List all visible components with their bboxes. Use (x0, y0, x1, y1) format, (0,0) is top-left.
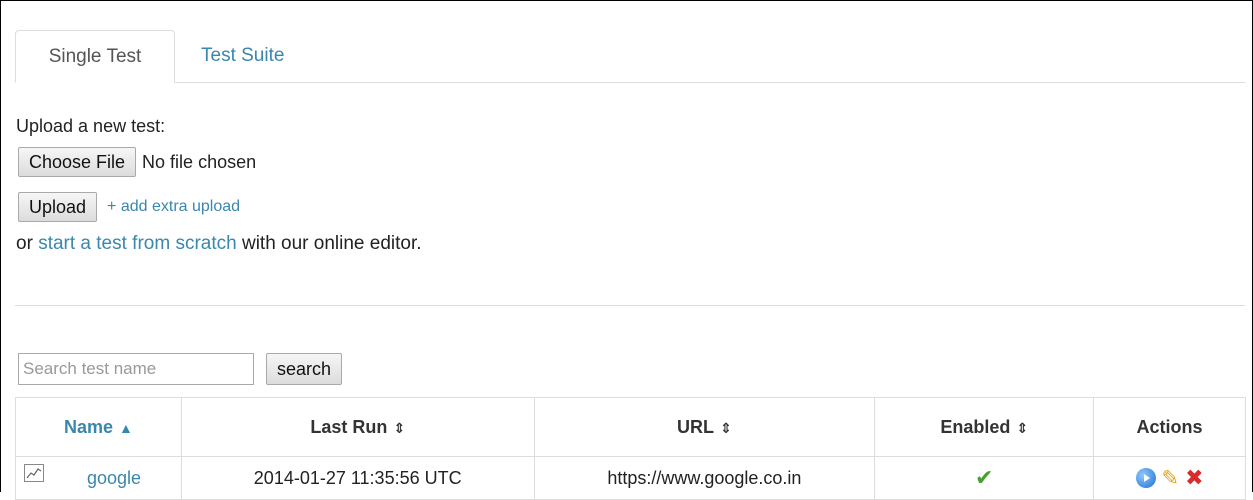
upload-label: Upload a new test: (16, 116, 166, 136)
upload-row: Upload + add extra upload (18, 192, 240, 222)
edit-icon[interactable]: ✎ (1162, 466, 1180, 491)
upload-button[interactable]: Upload (18, 192, 98, 222)
table-row: google 2014-01-27 11:35:56 UTC https://w… (15, 456, 1246, 500)
url-cell: https://www.google.co.in (533, 456, 876, 500)
start-from-scratch-link[interactable]: start a test from scratch (38, 233, 237, 254)
tests-table: Name ▲ Last Run ⇕ URL ⇕ Enabled ⇕ Actions go… (15, 397, 1246, 500)
search-input[interactable] (18, 353, 254, 385)
header-enabled-label: Enabled (940, 416, 1011, 437)
delete-icon[interactable]: ✖ (1185, 465, 1203, 491)
tab-test-suite[interactable]: Test Suite (189, 30, 296, 82)
last-run-cell: 2014-01-27 11:35:56 UTC (180, 456, 535, 500)
header-actions: Actions (1093, 397, 1246, 457)
scratch-suffix: with our online editor. (236, 233, 422, 254)
search-bar: search (18, 353, 343, 385)
sort-icon: ⇕ (720, 419, 732, 436)
scratch-prefix: or (16, 233, 39, 254)
sort-asc-icon: ▲ (119, 419, 133, 436)
search-button[interactable]: search (266, 353, 343, 385)
test-name-link[interactable]: google (87, 468, 141, 488)
header-enabled[interactable]: Enabled ⇕ (874, 397, 1095, 457)
header-url[interactable]: URL ⇕ (533, 397, 876, 457)
file-status-text: No file chosen (142, 151, 257, 172)
header-url-label: URL (677, 416, 715, 437)
name-cell: google (15, 456, 182, 500)
file-chooser: Choose File No file chosen (18, 147, 256, 177)
scratch-line: or start a test from scratch with our on… (16, 233, 422, 255)
tab-single-test[interactable]: Single Test (15, 30, 175, 83)
choose-file-button[interactable]: Choose File (18, 147, 137, 177)
sort-icon: ⇕ (393, 419, 406, 436)
sort-icon: ⇕ (1016, 419, 1029, 436)
table-header-row: Name ▲ Last Run ⇕ URL ⇕ Enabled ⇕ Actions (15, 397, 1246, 457)
actions-cell: ✎ ✖ (1093, 456, 1246, 500)
tab-bar: Single Test Test Suite (15, 30, 1245, 83)
run-icon[interactable] (1135, 468, 1156, 488)
header-last-run[interactable]: Last Run ⇕ (180, 397, 535, 457)
header-last-run-label: Last Run (310, 416, 388, 437)
header-name-label: Name (64, 416, 114, 437)
enabled-cell: ✔ (874, 456, 1095, 500)
header-name[interactable]: Name ▲ (15, 397, 182, 457)
divider (15, 305, 1245, 306)
check-icon[interactable]: ✔ (975, 465, 993, 490)
chart-icon[interactable] (24, 463, 44, 482)
add-extra-upload-link[interactable]: + add extra upload (107, 198, 240, 216)
